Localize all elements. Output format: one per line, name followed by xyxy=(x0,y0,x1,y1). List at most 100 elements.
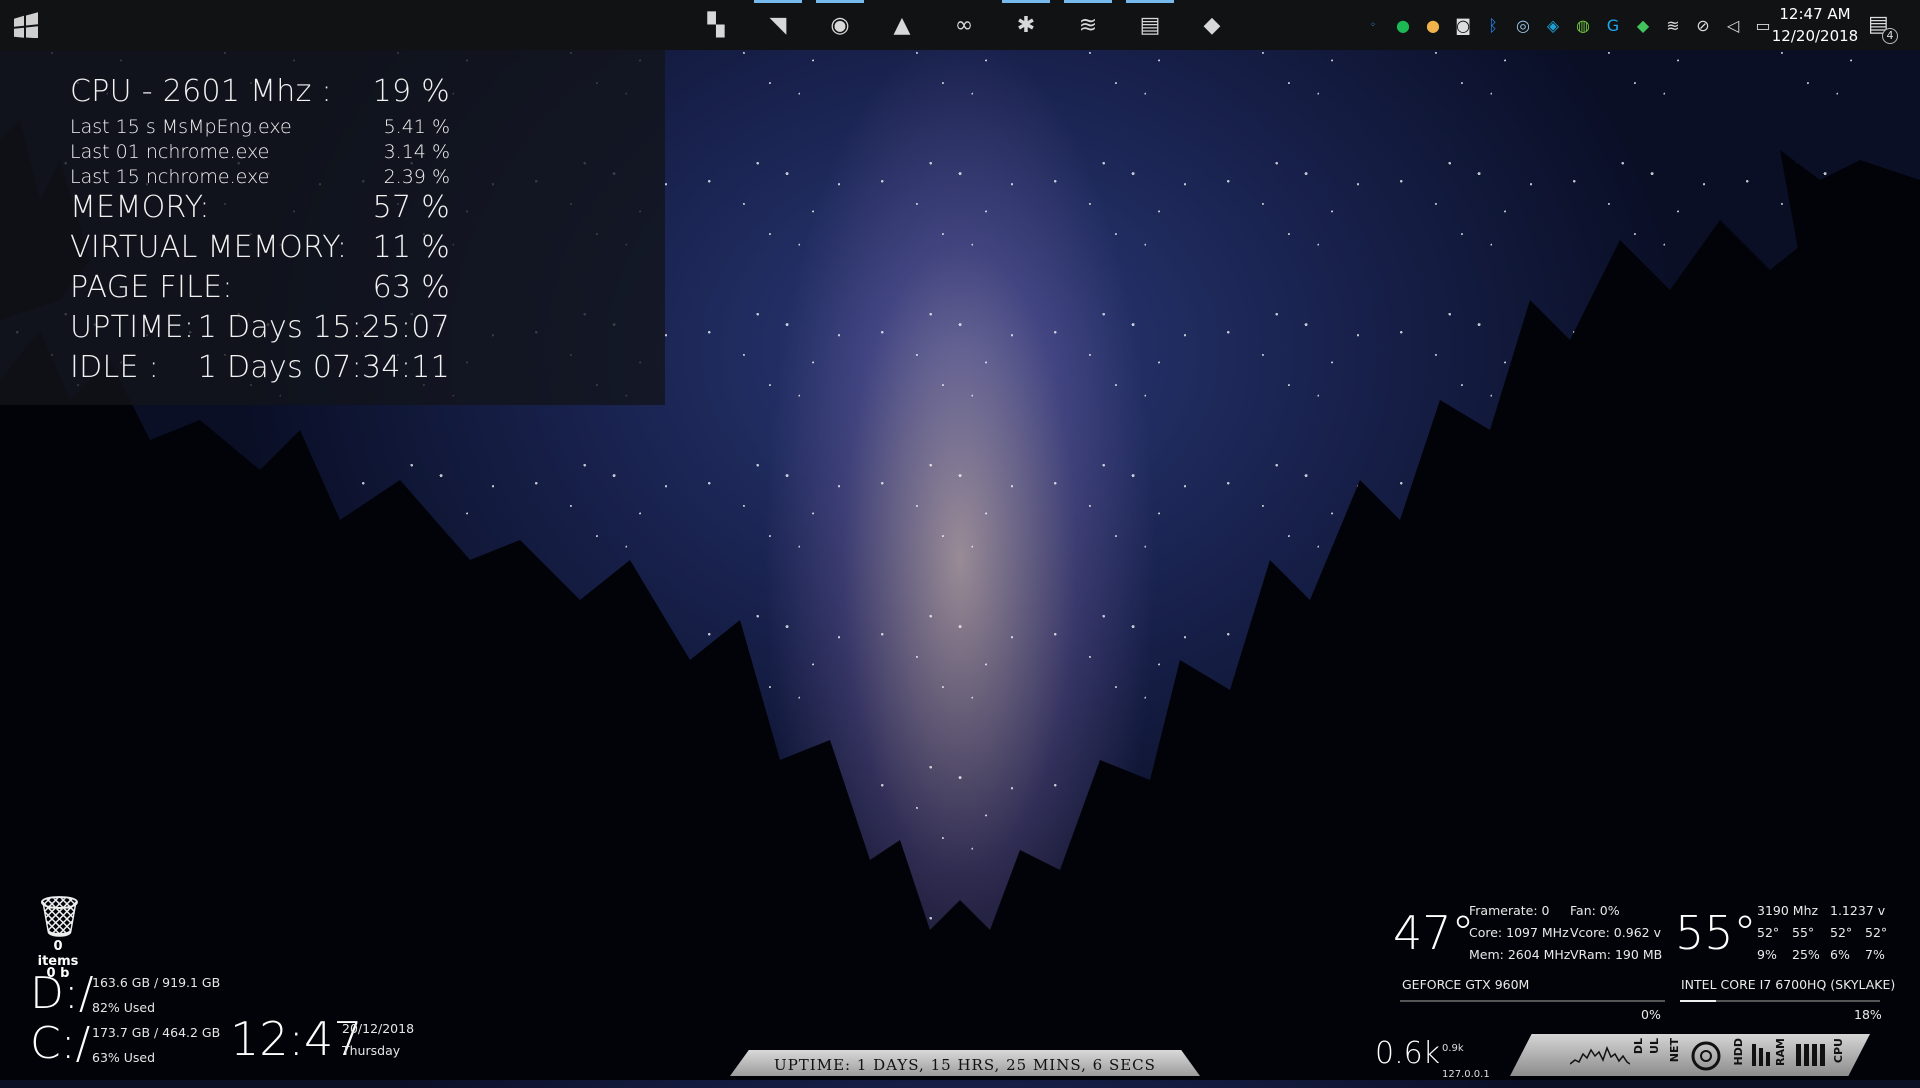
folder-app-icon[interactable]: ▤ xyxy=(1124,0,1176,50)
cpu-row: CPU - 2601 Mhz : 19 % xyxy=(70,74,450,114)
green-app-icon[interactable]: ◆ xyxy=(1186,0,1238,50)
cpu-clock: 3190 Mhz xyxy=(1757,903,1819,918)
notification-count: 4 xyxy=(1882,28,1898,44)
page-file-value: 63 % xyxy=(372,270,450,305)
settings-app-icon[interactable]: ✱ xyxy=(1000,0,1052,50)
weather-tray-icon[interactable]: ● xyxy=(1418,16,1448,35)
process-label: Last 15 nchrome.exe xyxy=(70,166,270,188)
idle-label: IDLE : xyxy=(70,350,160,385)
cpu-core-temp: 52° xyxy=(1830,925,1853,940)
link-app-icon[interactable]: ∞ xyxy=(938,0,990,50)
cpu-load: 18% xyxy=(1854,1007,1882,1022)
utorrent-tray-icon[interactable]: ◍ xyxy=(1568,16,1598,35)
spotify-tray-icon[interactable]: ● xyxy=(1388,16,1418,35)
taskbar: ▚ ◥ ◉ ▲ ∞ ✱ ≋ ▤ ◆ ◦ ● ● ◙ ᛒ ◎ ◈ ◍ G ◆ ≋ ⊘ ◁ ▭ 12… xyxy=(0,0,1920,50)
virtual-memory-label: VIRTUAL MEMORY: xyxy=(70,230,348,265)
process-value: 5.41 % xyxy=(383,116,450,138)
gpu-framerate: Framerate: 0 xyxy=(1469,903,1550,918)
cpu-label: CPU xyxy=(1832,1038,1845,1064)
gpu-load: 0% xyxy=(1641,1007,1661,1022)
cpu-name: INTEL CORE I7 6700HQ (SKYLAKE) xyxy=(1681,977,1896,992)
cpu-core-temp: 55° xyxy=(1792,925,1815,940)
day-text: Thursday xyxy=(342,1043,401,1058)
process-row: Last 15 nchrome.exe 2.39 % xyxy=(70,166,450,190)
cpu-core-load: 7% xyxy=(1865,947,1885,962)
chrome-app-icon[interactable]: ◉ xyxy=(814,0,866,50)
mute-tray-icon[interactable]: ⊘ xyxy=(1688,16,1718,35)
cpu-core-temp: 52° xyxy=(1865,925,1888,940)
date-text: 20/12/2018 xyxy=(342,1021,415,1036)
drive-letter: C:/ xyxy=(30,1018,91,1069)
hdd-label: HDD xyxy=(1732,1038,1745,1066)
vpn-tray-icon[interactable]: ◈ xyxy=(1538,16,1568,35)
drive-info: 173.7 GB / 464.2 GB 63% Used xyxy=(92,1020,220,1070)
chevron-tray-icon[interactable]: ◦ xyxy=(1358,20,1388,31)
gpu-fan: Fan: 0% xyxy=(1570,903,1620,918)
steam-tray-icon[interactable]: ◎ xyxy=(1508,16,1538,35)
bluetooth-tray-icon[interactable]: ᛒ xyxy=(1478,16,1508,35)
green-tray-icon[interactable]: ◆ xyxy=(1628,16,1658,35)
ink-app-icon[interactable]: ▲ xyxy=(876,0,928,50)
taskbar-clock[interactable]: 12:47 AM 12/20/2018 xyxy=(1770,3,1860,47)
cpu-core-load: 25% xyxy=(1792,947,1820,962)
gpu-vcore: Vcore: 0.962 v xyxy=(1570,925,1661,940)
recycle-bin-items: 0 items xyxy=(37,939,79,969)
uptime-row: UPTIME: 1 Days 15:25:07 xyxy=(70,310,450,350)
gpu-core: Core: 1097 MHz xyxy=(1469,925,1569,940)
cpu-bars-icon xyxy=(1796,1044,1825,1066)
hdd-dial-icon xyxy=(1691,1041,1721,1071)
active-indicator xyxy=(1002,0,1050,3)
process-label: Last 15 s MsMpEng.exe xyxy=(70,116,292,138)
drive-percent: 82% Used xyxy=(92,1000,156,1015)
active-indicator xyxy=(816,0,864,3)
app-glyph: ▚ xyxy=(707,12,725,38)
idle-row: IDLE : 1 Days 07:34:11 xyxy=(70,350,450,390)
resource-meters: DL UL NET HDD RAM CPU xyxy=(1510,1034,1870,1076)
gpu-vram: VRam: 190 MB xyxy=(1570,947,1663,962)
app-glyph: ∞ xyxy=(954,12,974,38)
notification-center-icon[interactable]: ▤ 4 xyxy=(1868,12,1898,44)
app-glyph: ✱ xyxy=(1016,12,1036,38)
active-indicator xyxy=(754,0,802,3)
logitech-tray-icon[interactable]: G xyxy=(1598,16,1628,35)
gpu-name: GEFORCE GTX 960M xyxy=(1402,977,1530,992)
dl-label: DL xyxy=(1632,1038,1645,1055)
volume-tray-icon[interactable]: ◁ xyxy=(1718,16,1748,35)
wifi-tray-icon[interactable]: ≋ xyxy=(1658,16,1688,35)
memory-row: MEMORY: 57 % xyxy=(70,190,450,230)
spotify-app-icon[interactable]: ≋ xyxy=(1062,0,1114,50)
cpu-core-temp: 52° xyxy=(1757,925,1780,940)
rss-app-icon[interactable]: ◥ xyxy=(752,0,804,50)
cpu-load-bar xyxy=(1680,1000,1880,1002)
gpu-load-bar xyxy=(1400,1000,1665,1002)
network-graph xyxy=(1570,1045,1630,1065)
ram-label: RAM xyxy=(1774,1038,1787,1066)
discord-tray-icon[interactable]: ◙ xyxy=(1448,16,1478,35)
bookmark-app-icon[interactable]: ▚ xyxy=(690,0,742,50)
network-dl: 0.9k xyxy=(1442,1043,1464,1054)
memory-label: MEMORY: xyxy=(70,190,210,225)
trash-icon: 🗑 xyxy=(34,894,85,940)
process-row: Last 01 nchrome.exe 3.14 % xyxy=(70,141,450,165)
ram-bars-icon xyxy=(1752,1044,1770,1066)
active-indicator xyxy=(1064,0,1112,3)
windows-start-icon[interactable] xyxy=(12,12,40,38)
cpu-label: CPU - 2601 Mhz : xyxy=(70,74,332,109)
drive-usage: 163.6 GB / 919.1 GB xyxy=(92,975,221,990)
clock-time: 12:47 AM xyxy=(1779,5,1851,23)
cpu-core-load: 6% xyxy=(1830,947,1850,962)
gpu-mem: Mem: 2604 MHz xyxy=(1469,947,1571,962)
gpu-temperature: 47° xyxy=(1393,906,1475,960)
app-glyph: ▤ xyxy=(1139,12,1161,38)
cpu-load-fill xyxy=(1680,1000,1716,1002)
drive-percent: 63% Used xyxy=(92,1050,156,1065)
cpu-core-load: 9% xyxy=(1757,947,1777,962)
network-speed: 0.6k xyxy=(1375,1036,1441,1071)
app-glyph: ◉ xyxy=(830,12,850,38)
active-indicator xyxy=(1126,0,1174,3)
cpu-value: 19 % xyxy=(372,74,450,109)
uptime-label: UPTIME: xyxy=(70,310,195,345)
network-detail: 0.9k 127.0.0.1 xyxy=(1442,1036,1490,1088)
app-glyph: ≋ xyxy=(1078,12,1098,38)
system-tray: ◦ ● ● ◙ ᛒ ◎ ◈ ◍ G ◆ ≋ ⊘ ◁ ▭ xyxy=(1358,0,1778,50)
